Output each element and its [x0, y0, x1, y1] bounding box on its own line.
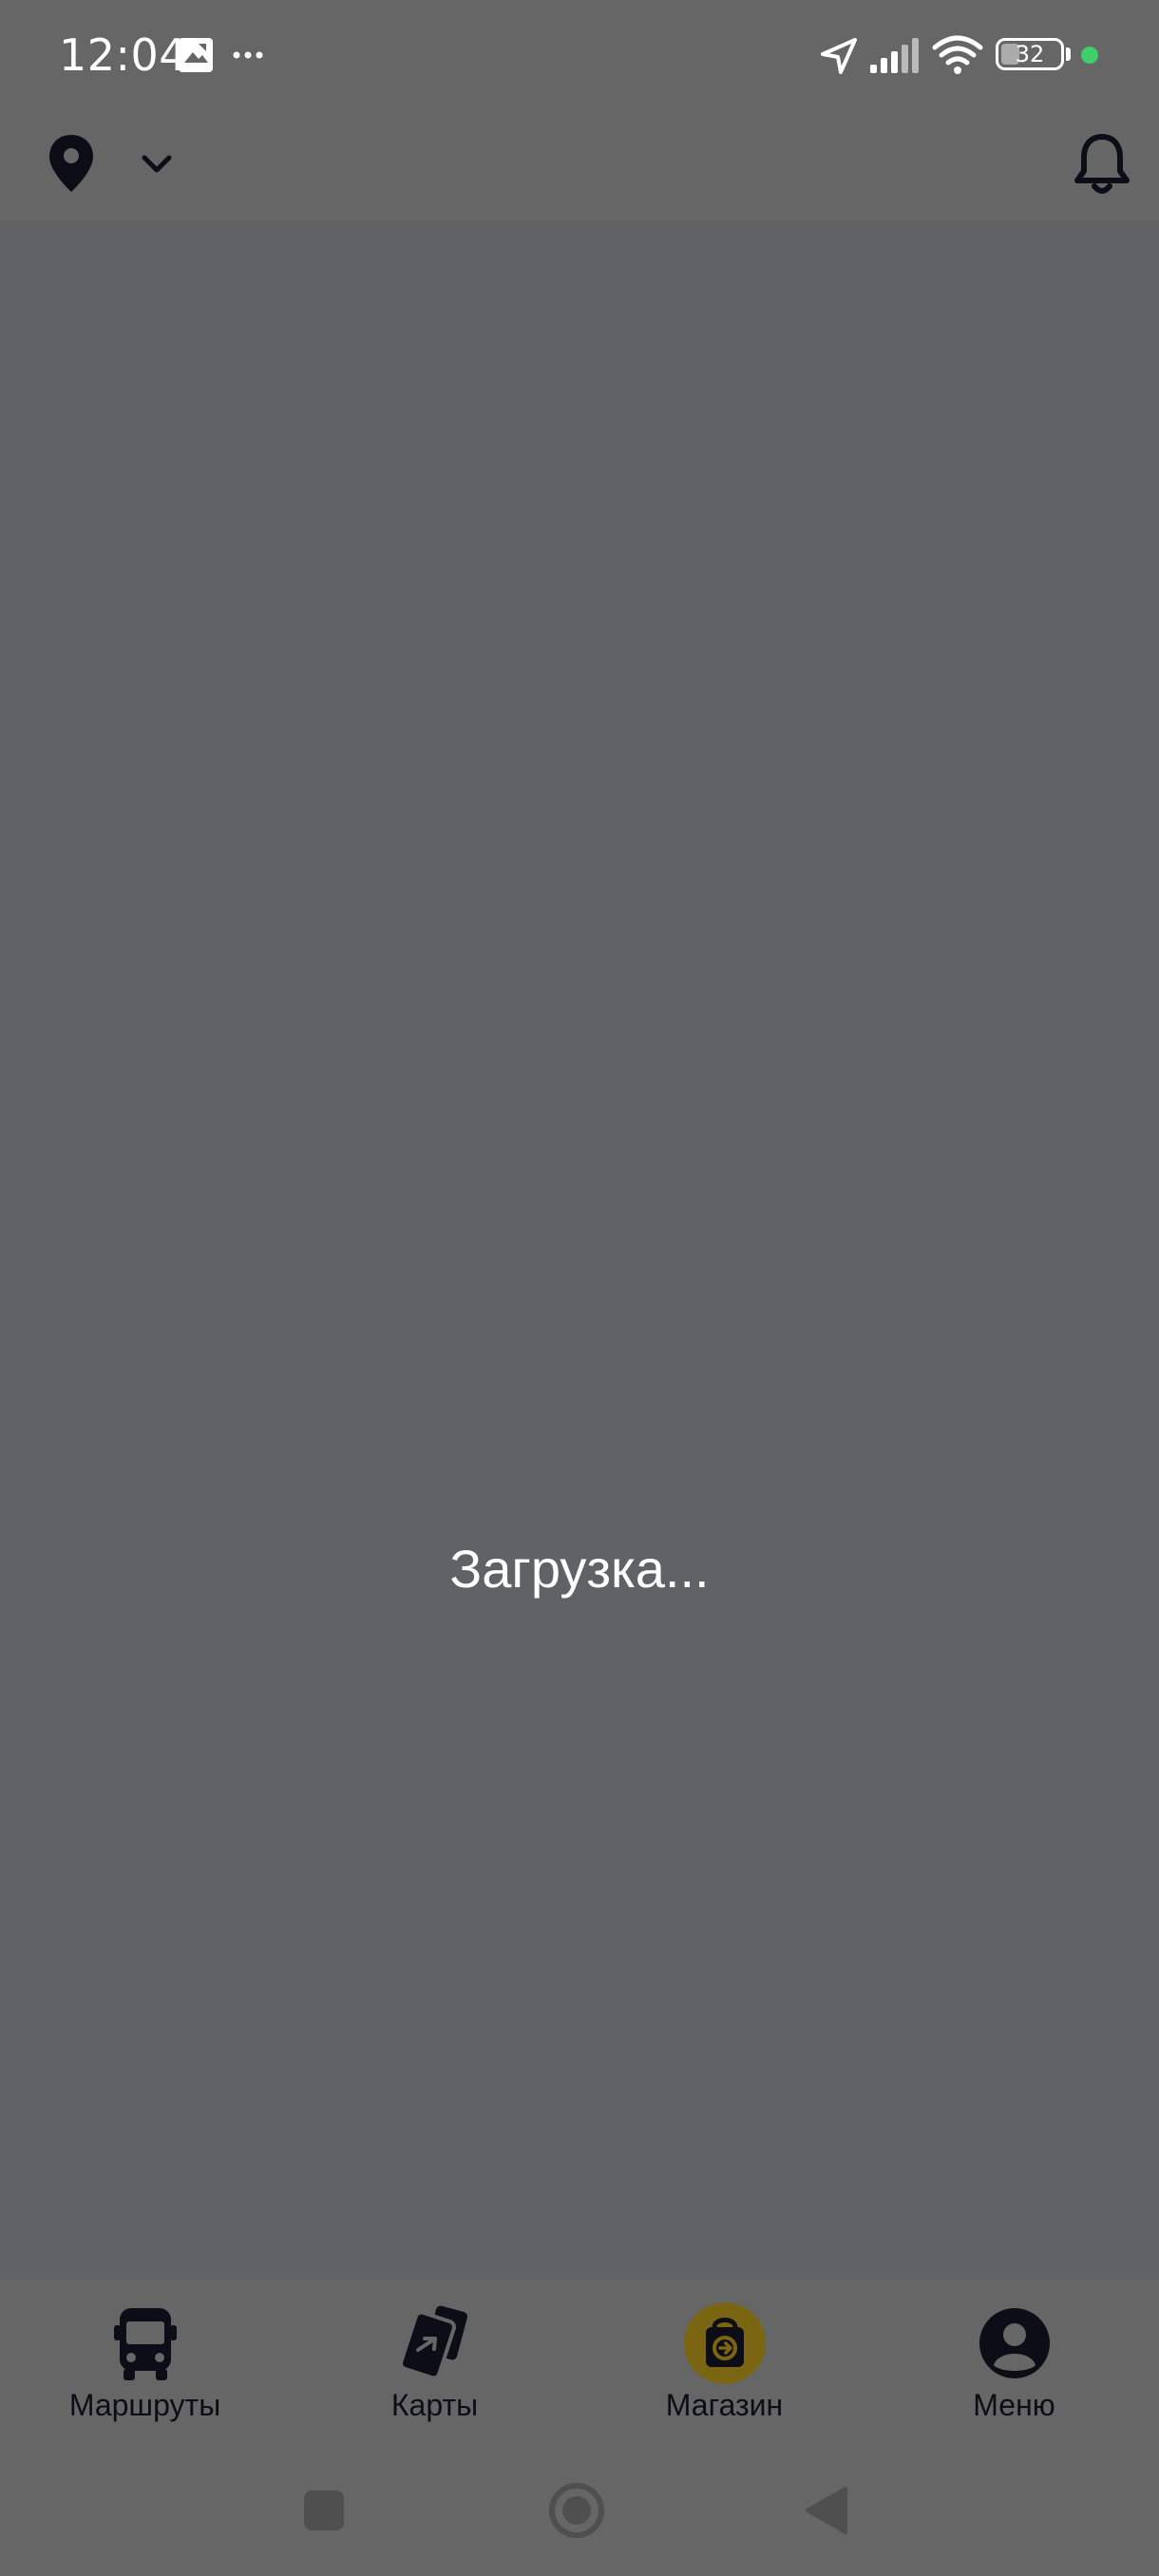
signal-icon — [870, 38, 919, 73]
nav-label-cards: Карты — [390, 2388, 479, 2422]
bell-icon[interactable] — [1072, 131, 1132, 199]
nav-label-menu: Меню — [973, 2388, 1055, 2422]
location-pin-icon[interactable] — [46, 133, 97, 194]
battery-cap — [1066, 47, 1071, 61]
nav-label-routes: Маршруты — [68, 2388, 221, 2422]
battery-percentage: 32 — [1015, 41, 1045, 67]
wifi-icon — [932, 35, 983, 74]
location-arrow-icon — [821, 38, 857, 74]
more-notifications-icon — [233, 51, 263, 59]
nav-label-shop: Магазин — [665, 2388, 784, 2422]
loading-text: Загрузка... — [449, 1539, 710, 1599]
nav-item-menu[interactable]: Меню — [869, 2280, 1159, 2439]
user-icon — [978, 2308, 1050, 2378]
privacy-indicator-dot — [1081, 47, 1098, 64]
status-time: 12:04 — [59, 29, 188, 81]
cards-icon — [398, 2305, 467, 2380]
system-nav-bar — [0, 2439, 1159, 2576]
home-button[interactable] — [547, 2481, 606, 2540]
nav-item-cards[interactable]: Карты — [290, 2280, 580, 2439]
shopping-bag-icon — [683, 2302, 766, 2384]
back-button[interactable] — [804, 2485, 849, 2536]
nav-item-routes[interactable]: Маршруты — [0, 2280, 290, 2439]
gallery-notification-icon — [179, 38, 213, 72]
app-header — [0, 112, 1159, 220]
bottom-nav: Маршруты Карты Магазин Меню — [0, 2280, 1159, 2439]
chevron-down-icon[interactable] — [139, 146, 175, 182]
recents-button[interactable] — [302, 2489, 346, 2532]
status-bar: 12:04 32 — [0, 0, 1159, 112]
app-screen: 12:04 32 Загрузка... Маршруты Карты Мага… — [0, 0, 1159, 2576]
battery-icon: 32 — [996, 38, 1064, 70]
nav-item-shop[interactable]: Магазин — [580, 2280, 869, 2439]
bus-icon — [113, 2308, 177, 2380]
main-content: Загрузка... — [0, 220, 1159, 2280]
